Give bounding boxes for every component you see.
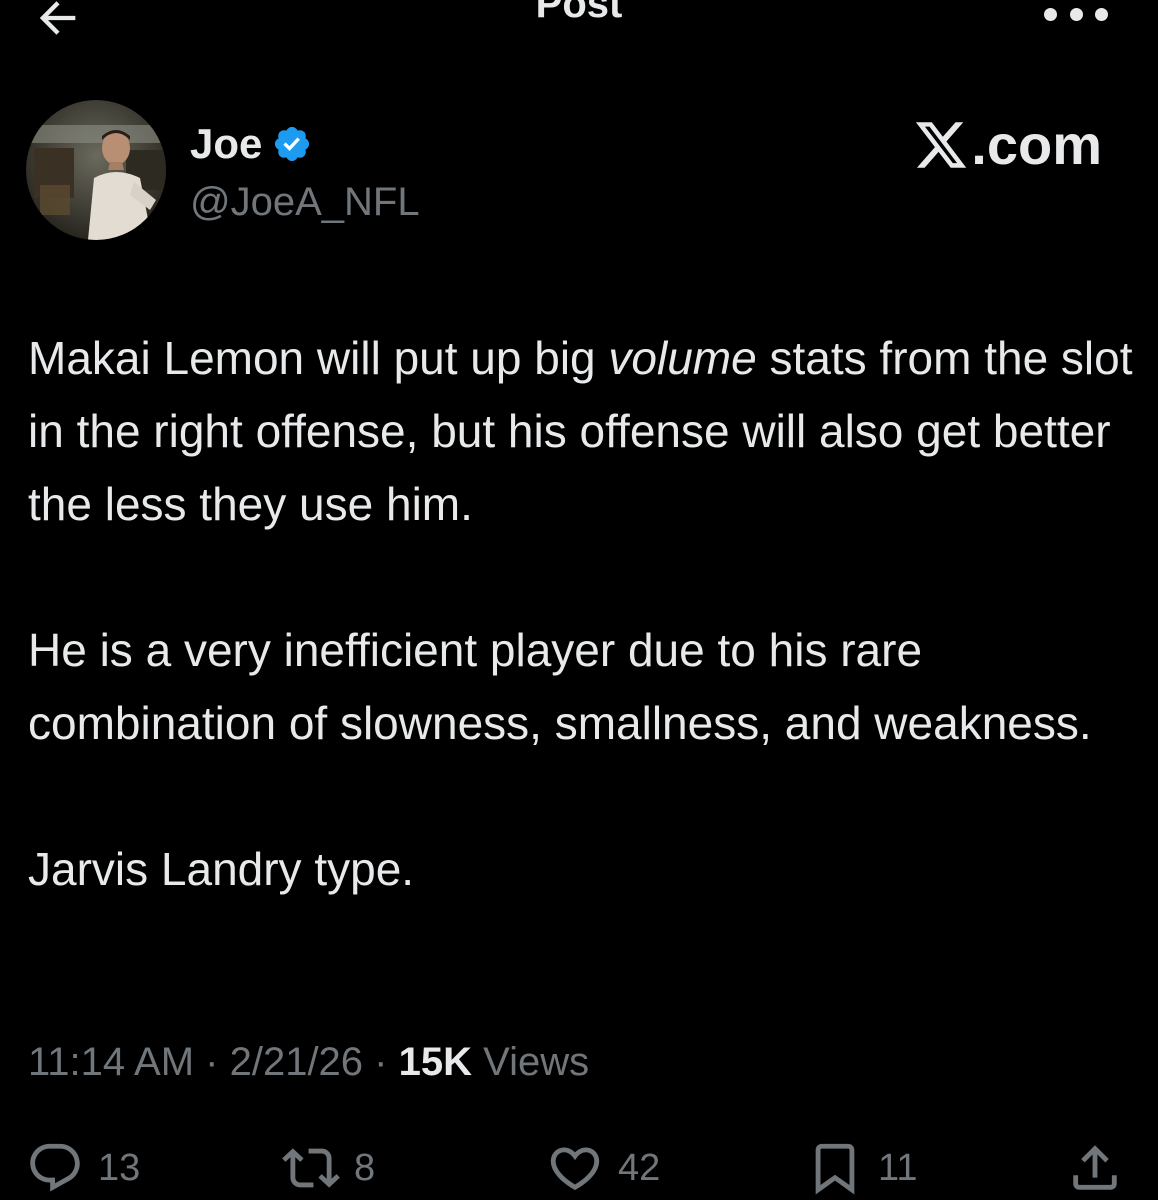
reply-button[interactable]: 13 — [26, 1138, 140, 1198]
share-icon — [1073, 1145, 1117, 1190]
verified-badge-icon — [275, 126, 310, 162]
meta-separator: · — [363, 1040, 399, 1084]
views-count[interactable]: 15K — [399, 1040, 472, 1084]
reply-icon — [30, 1143, 80, 1192]
bookmark-count: 11 — [878, 1146, 918, 1189]
author-handle[interactable]: @JoeA_NFL — [190, 180, 420, 225]
tweet-text: Makai Lemon will put up big volume stats… — [28, 322, 1138, 906]
name-row: Joe — [190, 120, 312, 168]
reply-count: 13 — [98, 1146, 141, 1189]
top-bar: Post — [0, 0, 1158, 60]
bookmark-button[interactable]: 11 — [806, 1138, 917, 1198]
x-com-watermark: .com — [913, 112, 1102, 177]
post-date[interactable]: 2/21/26 — [230, 1040, 363, 1084]
display-name[interactable]: Joe — [190, 120, 262, 168]
tweet-paragraph-1: Makai Lemon will put up big volume stats… — [28, 322, 1138, 541]
repost-icon — [282, 1148, 340, 1188]
page-title: Post — [535, 0, 623, 26]
like-count: 42 — [618, 1146, 661, 1189]
meta-separator: · — [194, 1040, 230, 1084]
tweet-paragraph-2: He is a very inefficient player due to h… — [28, 624, 1092, 749]
views-label: Views — [472, 1040, 590, 1084]
tweet-paragraph-3: Jarvis Landry type. — [28, 843, 415, 895]
post-metadata: 11:14 AM · 2/21/26 · 15K Views — [28, 1040, 589, 1085]
action-bar: 13 8 42 11 — [26, 1138, 1126, 1198]
repost-button[interactable]: 8 — [282, 1138, 375, 1198]
share-button[interactable] — [1066, 1138, 1124, 1198]
bookmark-icon — [815, 1143, 855, 1195]
more-horizontal-icon — [1044, 7, 1057, 21]
like-button[interactable]: 42 — [546, 1138, 660, 1198]
avatar-photo — [26, 100, 166, 240]
tweet-text-segment: Makai Lemon will put up big — [28, 332, 609, 384]
repost-count: 8 — [354, 1146, 376, 1189]
more-options-button[interactable] — [1044, 0, 1108, 34]
x-logo-icon — [916, 121, 967, 168]
tweet-text-italic: volume — [608, 332, 757, 384]
more-dot — [1095, 7, 1108, 21]
watermark-text: .com — [971, 113, 1102, 176]
post-time[interactable]: 11:14 AM — [28, 1040, 194, 1084]
avatar[interactable] — [26, 100, 166, 240]
heart-icon — [550, 1147, 600, 1191]
author-header: Joe @JoeA_NFL .com — [26, 100, 1136, 240]
more-dot — [1069, 7, 1083, 21]
